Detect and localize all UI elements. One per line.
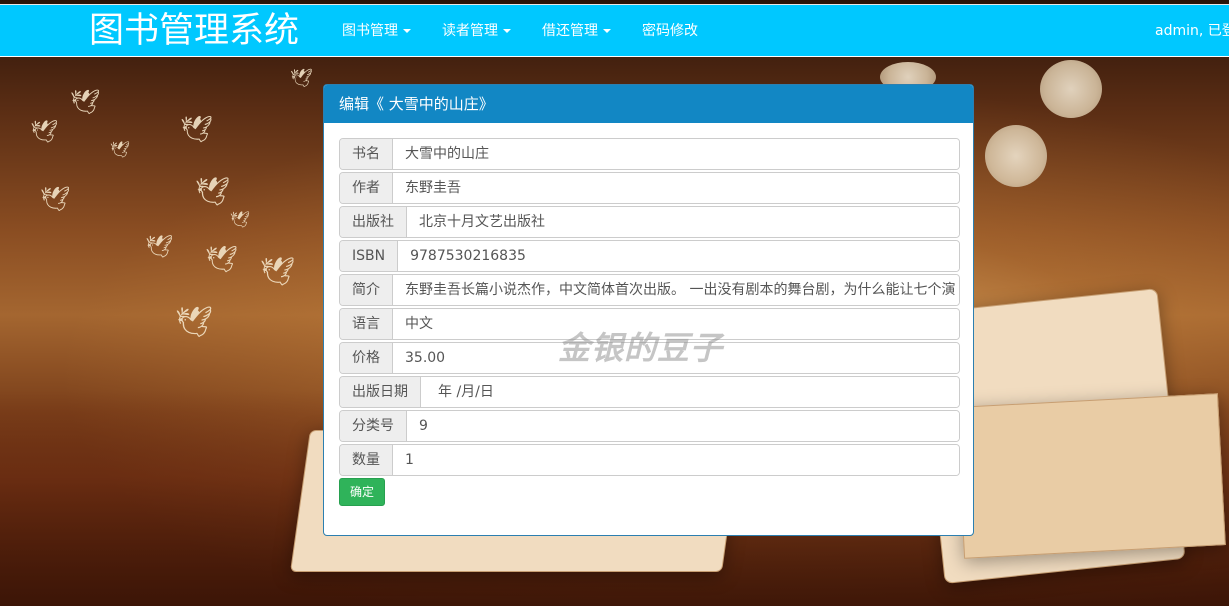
field-label: 价格	[340, 343, 393, 373]
paper-rose-2	[1040, 60, 1102, 118]
edit-book-panel: 编辑《 大雪中的山庄》 书名 大雪中的山庄 作者 东野圭吾 出版社 北京十月文艺…	[323, 84, 974, 536]
field-category-number: 分类号 9	[339, 410, 960, 442]
price-input[interactable]: 35.00	[393, 343, 959, 373]
bird-icon: 🕊	[180, 115, 214, 145]
bird-icon: 🕊	[230, 210, 251, 229]
bird-icon: 🕊	[175, 305, 214, 340]
field-publisher: 出版社 北京十月文艺出版社	[339, 206, 960, 238]
field-label: 作者	[340, 173, 393, 203]
field-label: 语言	[340, 309, 393, 339]
paper-rose-1	[985, 125, 1047, 187]
field-quantity: 数量 1	[339, 444, 960, 476]
user-status[interactable]: admin, 已登	[1155, 22, 1229, 40]
nav-book-management[interactable]: 图书管理	[342, 22, 411, 40]
nav-label: 图书管理	[342, 23, 398, 39]
field-author: 作者 东野圭吾	[339, 172, 960, 204]
language-input[interactable]: 中文	[393, 309, 959, 339]
book-spine-pages	[956, 393, 1226, 559]
nav-label: 借还管理	[542, 23, 598, 39]
edit-book-form: 书名 大雪中的山庄 作者 东野圭吾 出版社 北京十月文艺出版社 ISBN 978…	[324, 123, 973, 506]
field-label: 出版社	[340, 207, 407, 237]
field-price: 价格 35.00	[339, 342, 960, 374]
field-isbn: ISBN 9787530216835	[339, 240, 960, 272]
bird-icon: 🕊	[70, 88, 101, 116]
brand-title[interactable]: 图书管理系统	[89, 11, 299, 51]
bird-icon: 🕊	[145, 235, 173, 260]
bird-icon: 🕊	[205, 245, 239, 275]
nav-borrow-management[interactable]: 借还管理	[542, 22, 611, 40]
caret-down-icon	[503, 29, 511, 33]
field-label: 书名	[340, 139, 393, 169]
field-label: 简介	[340, 275, 393, 305]
nav-reader-management[interactable]: 读者管理	[442, 22, 511, 40]
field-label: 出版日期	[340, 377, 421, 407]
caret-down-icon	[403, 29, 411, 33]
nav-label: 读者管理	[442, 23, 498, 39]
field-publish-date: 出版日期 年 /月/日	[339, 376, 960, 408]
quantity-input[interactable]: 1	[393, 445, 959, 475]
publisher-input[interactable]: 北京十月文艺出版社	[407, 207, 959, 237]
isbn-input[interactable]: 9787530216835	[398, 241, 959, 271]
field-label: 分类号	[340, 411, 407, 441]
bird-icon: 🕊	[30, 120, 58, 145]
field-label: 数量	[340, 445, 393, 475]
bird-icon: 🕊	[110, 140, 131, 159]
field-label: ISBN	[340, 241, 399, 271]
caret-down-icon	[603, 29, 611, 33]
confirm-button[interactable]: 确定	[339, 478, 386, 506]
nav-password-change[interactable]: 密码修改	[642, 22, 698, 40]
top-navbar: 图书管理系统 图书管理 读者管理 借还管理 密码修改 admin, 已登	[0, 4, 1229, 57]
panel-title: 编辑《 大雪中的山庄》	[324, 85, 973, 123]
bird-icon: 🕊	[290, 68, 313, 89]
bird-icon: 🕊	[195, 175, 231, 208]
category-number-input[interactable]: 9	[407, 411, 959, 441]
bird-icon: 🕊	[260, 255, 296, 288]
nav-label: 密码修改	[642, 23, 698, 39]
author-input[interactable]: 东野圭吾	[393, 173, 959, 203]
bird-icon: 🕊	[40, 185, 71, 213]
field-book-name: 书名 大雪中的山庄	[339, 138, 960, 170]
field-language: 语言 中文	[339, 308, 960, 340]
book-name-input[interactable]: 大雪中的山庄	[393, 139, 959, 169]
publish-date-input[interactable]: 年 /月/日	[421, 377, 959, 407]
field-introduction: 简介 东野圭吾长篇小说杰作，中文简体首次出版。 一出没有剧本的舞台剧，为什么能让…	[339, 274, 960, 306]
introduction-input[interactable]: 东野圭吾长篇小说杰作，中文简体首次出版。 一出没有剧本的舞台剧，为什么能让七个演	[393, 275, 959, 305]
